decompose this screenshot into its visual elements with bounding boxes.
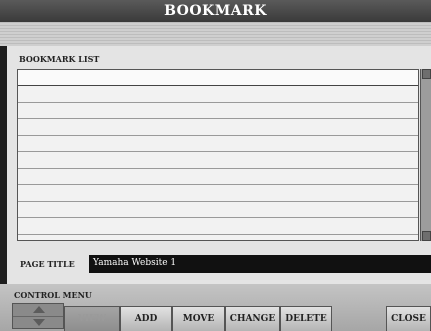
close-button[interactable]: CLOSE — [386, 306, 431, 331]
change-button[interactable]: CHANGE — [225, 306, 280, 331]
list-item[interactable] — [18, 103, 418, 119]
arrow-up-icon[interactable] — [33, 306, 45, 313]
list-item[interactable] — [18, 202, 418, 218]
list-item[interactable] — [18, 86, 418, 103]
scrollbar-top-handle[interactable] — [422, 69, 431, 79]
list-item[interactable] — [18, 119, 418, 136]
page-title-field: Yamaha Website 1 — [89, 255, 431, 273]
list-item[interactable] — [18, 70, 418, 86]
list-item[interactable] — [18, 169, 418, 185]
arrow-divider — [13, 316, 63, 317]
list-item[interactable] — [18, 136, 418, 152]
title-bar: BOOKMARK — [0, 0, 431, 22]
control-menu-label: CONTROL MENU — [14, 290, 92, 300]
header-stripe — [0, 22, 431, 46]
list-item[interactable] — [18, 218, 418, 235]
page-title-heading: BOOKMARK — [164, 3, 267, 19]
scrollbar-bottom-handle[interactable] — [422, 231, 431, 241]
list-item[interactable] — [18, 185, 418, 202]
arrow-down-icon[interactable] — [33, 319, 45, 326]
bookmark-panel: BOOKMARK LIST PAGE TITLE Yamaha Website … — [7, 46, 431, 284]
scroll-arrows[interactable] — [12, 303, 64, 329]
add-button[interactable]: ADD — [120, 306, 172, 331]
list-scrollbar[interactable] — [420, 69, 431, 241]
bookmark-list[interactable] — [17, 69, 419, 241]
list-item[interactable] — [18, 152, 418, 169]
delete-button[interactable]: DELETE — [280, 306, 332, 331]
page-title-label: PAGE TITLE — [20, 259, 75, 269]
bookmark-list-label: BOOKMARK LIST — [19, 54, 100, 64]
view-button[interactable]: VIEW — [64, 306, 120, 331]
move-button[interactable]: MOVE — [172, 306, 225, 331]
